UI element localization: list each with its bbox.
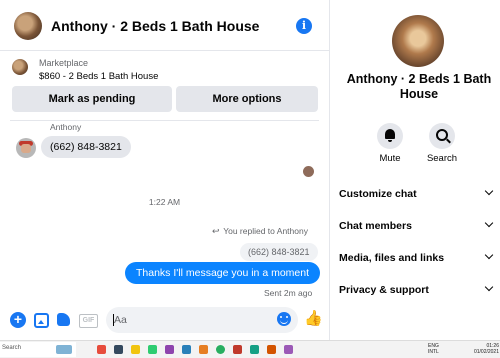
message-timestamp: 1:22 AM xyxy=(148,197,181,207)
file-explorer-icon[interactable] xyxy=(131,345,140,354)
photo-icon[interactable] xyxy=(34,313,49,328)
customize-chat-row[interactable]: Customize chat xyxy=(339,185,497,205)
clock-date: 01/02/2021 xyxy=(473,349,499,355)
chat-panel: Anthony · 2 Beds 1 Bath House i Marketpl… xyxy=(0,0,330,340)
search-icon xyxy=(436,129,448,141)
chevron-down-icon xyxy=(484,282,494,292)
message-input-box[interactable] xyxy=(106,307,298,333)
chevron-down-icon xyxy=(484,218,494,228)
app-icon[interactable] xyxy=(250,345,259,354)
app-icon[interactable] xyxy=(165,345,174,354)
sender-avatar[interactable] xyxy=(16,138,36,158)
seen-indicator-avatar xyxy=(303,166,314,177)
divider xyxy=(10,120,319,121)
menu-label: Chat members xyxy=(339,220,412,232)
sender-name: Anthony xyxy=(50,122,82,132)
reply-icon: ↩ xyxy=(212,226,220,236)
incoming-message[interactable]: (662) 848-3821 xyxy=(41,136,131,158)
listing-thumbnail[interactable] xyxy=(12,59,28,75)
reply-note-text: You replied to Anthony xyxy=(223,226,308,236)
quoted-message[interactable]: (662) 848-3821 xyxy=(240,243,318,261)
app-icon[interactable] xyxy=(284,345,293,354)
chat-members-row[interactable]: Chat members xyxy=(339,217,497,237)
gif-icon[interactable]: GIF xyxy=(79,314,98,328)
info-icon[interactable]: i xyxy=(296,18,312,34)
app-icon[interactable] xyxy=(148,345,157,354)
mute-label: Mute xyxy=(379,153,401,164)
sticker-icon[interactable] xyxy=(57,313,70,326)
app-icon[interactable] xyxy=(114,345,123,354)
profile-name: Anthony · 2 Beds 1 Bath House xyxy=(346,72,492,101)
sent-status: Sent 2m ago xyxy=(264,288,313,298)
app-icon[interactable] xyxy=(267,345,276,354)
menu-label: Privacy & support xyxy=(339,284,429,296)
chat-header: Anthony · 2 Beds 1 Bath House i xyxy=(0,0,329,51)
menu-label: Customize chat xyxy=(339,188,417,200)
marketplace-label: Marketplace xyxy=(39,58,89,68)
mark-as-pending-button[interactable]: Mark as pending xyxy=(12,86,172,112)
chevron-down-icon xyxy=(484,250,494,260)
media-files-links-row[interactable]: Media, files and links xyxy=(339,249,497,269)
listing-title[interactable]: $860 - 2 Beds 1 Bath House xyxy=(39,71,158,82)
menu-label: Media, files and links xyxy=(339,252,445,264)
chrome-icon[interactable] xyxy=(216,345,225,354)
app-icon[interactable] xyxy=(97,345,106,354)
message-composer: + GIF 👍 xyxy=(0,303,329,340)
profile-avatar[interactable] xyxy=(392,15,444,67)
mute-button[interactable] xyxy=(377,123,403,149)
clock[interactable]: 01:26 01/02/2021 xyxy=(470,343,499,355)
weather-widget-icon[interactable] xyxy=(56,345,72,354)
bell-icon xyxy=(385,129,395,142)
chevron-down-icon xyxy=(484,186,494,196)
search-button[interactable] xyxy=(429,123,455,149)
keyboard-layout[interactable]: ENG INTL xyxy=(428,343,439,355)
like-icon[interactable]: 👍 xyxy=(304,311,323,327)
message-input[interactable] xyxy=(114,311,274,329)
search-label: Search xyxy=(426,153,458,164)
avatar-face xyxy=(21,144,31,153)
plus-icon[interactable]: + xyxy=(10,312,26,328)
tray-lang-2: INTL xyxy=(428,349,439,355)
vscode-icon[interactable] xyxy=(182,345,191,354)
privacy-support-row[interactable]: Privacy & support xyxy=(339,281,497,301)
taskbar-search-label: Search xyxy=(2,345,22,351)
outgoing-message[interactable]: Thanks I'll message you in a moment xyxy=(125,262,320,284)
app-icon[interactable] xyxy=(199,345,208,354)
conversation-avatar[interactable] xyxy=(14,12,42,40)
conversation-title[interactable]: Anthony · 2 Beds 1 Bath House xyxy=(51,18,259,34)
emoji-icon[interactable] xyxy=(277,312,291,326)
windows-taskbar: Search ENG INTL 01:26 01/02/2021 xyxy=(0,340,500,358)
reply-note: ↩ You replied to Anthony xyxy=(212,226,308,237)
more-options-button[interactable]: More options xyxy=(176,86,318,112)
app-icon[interactable] xyxy=(233,345,242,354)
